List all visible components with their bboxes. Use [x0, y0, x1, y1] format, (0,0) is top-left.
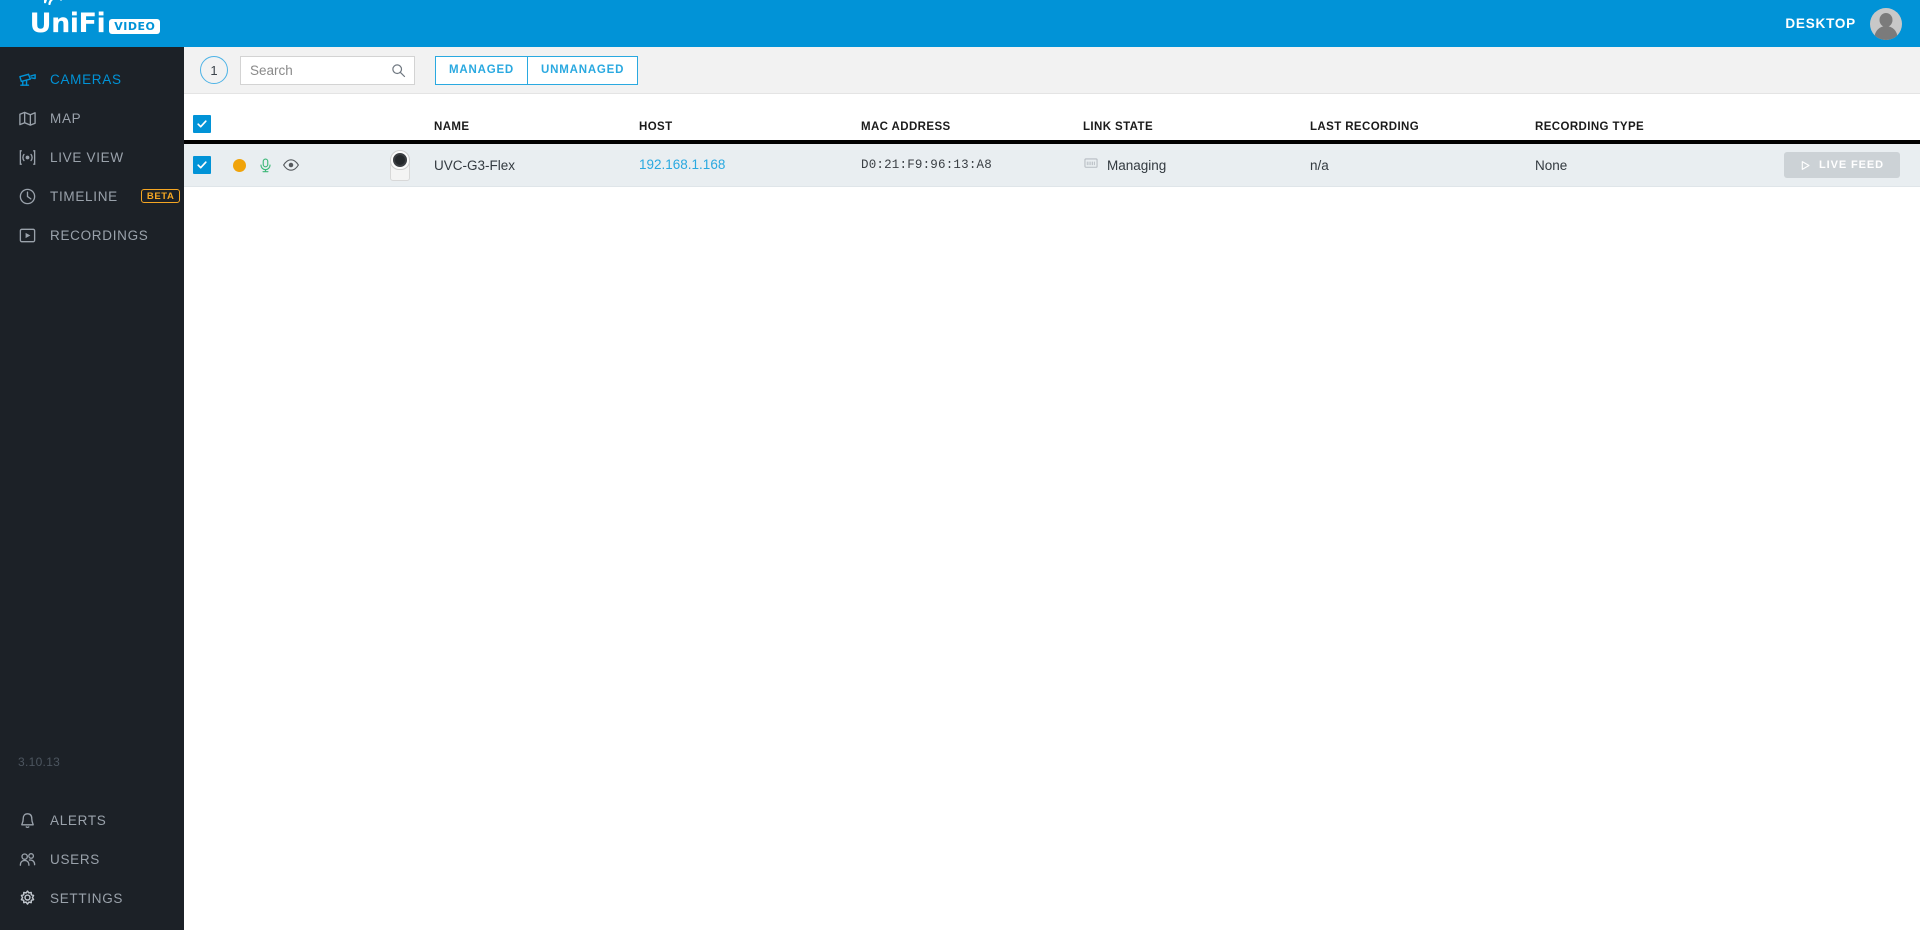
sidebar-item-label: LIVE VIEW: [50, 149, 124, 165]
sidebar-item-label: TIMELINE: [50, 188, 118, 204]
camera-thumbnail[interactable]: [376, 149, 424, 181]
sidebar-bottom-nav: ALERTS USERS SETTINGS: [0, 801, 184, 918]
sidebar-item-cameras[interactable]: CAMERAS: [0, 60, 184, 98]
main-content: 1 MANAGED UNMANAGED NAME: [184, 47, 1920, 930]
cell-camera-name[interactable]: UVC-G3-Flex: [424, 158, 639, 173]
toolbar: 1 MANAGED UNMANAGED: [184, 47, 1920, 94]
filter-managed-button[interactable]: MANAGED: [435, 55, 529, 85]
map-icon: [18, 109, 37, 128]
avatar-head: [1879, 12, 1893, 27]
search-input[interactable]: [241, 56, 386, 84]
cameras-table: NAME HOST MAC ADDRESS LINK STATE LAST RE…: [184, 94, 1920, 187]
cell-mac-address: D0:21:F9:96:13:A8: [861, 158, 992, 172]
table-header-row: NAME HOST MAC ADDRESS LINK STATE LAST RE…: [184, 94, 1920, 144]
camera-count-badge: 1: [200, 56, 228, 84]
sidebar-item-recordings[interactable]: RECORDINGS: [0, 216, 184, 254]
select-all-cell: [184, 115, 226, 133]
gear-icon: [18, 889, 37, 908]
sidebar-item-label: ALERTS: [50, 812, 107, 828]
sidebar-item-settings[interactable]: SETTINGS: [0, 879, 184, 917]
users-icon: [18, 850, 37, 869]
wifi-arc-icon: [44, 0, 62, 5]
sidebar-item-timeline[interactable]: TIMELINE BETA: [0, 177, 184, 215]
sidebar-item-users[interactable]: USERS: [0, 840, 184, 878]
filter-unmanaged-button[interactable]: UNMANAGED: [528, 55, 639, 85]
cell-recording-type: None: [1535, 157, 1568, 173]
link-state-label: Managing: [1107, 157, 1167, 173]
column-header-link-state[interactable]: LINK STATE: [1083, 121, 1310, 133]
row-checkbox[interactable]: [193, 156, 211, 174]
microphone-icon[interactable]: [252, 157, 278, 174]
column-header-recording-type[interactable]: RECORDING TYPE: [1535, 121, 1765, 133]
sidebar-item-label: CAMERAS: [50, 71, 122, 87]
live-feed-button[interactable]: LIVE FEED: [1784, 152, 1900, 178]
sidebar-item-live-view[interactable]: LIVE VIEW: [0, 138, 184, 176]
column-header-last-recording[interactable]: LAST RECORDING: [1310, 121, 1535, 133]
version-label: 3.10.13: [18, 755, 61, 769]
sidebar-item-map[interactable]: MAP: [0, 99, 184, 137]
sidebar-item-alerts[interactable]: ALERTS: [0, 801, 184, 839]
cell-host: 192.168.1.168: [639, 156, 861, 174]
clock-icon: [18, 187, 37, 206]
top-bar: UniFi VIDEO DESKTOP: [0, 0, 1920, 47]
sidebar-item-label: SETTINGS: [50, 890, 124, 906]
row-select-cell: [184, 156, 226, 174]
logo-text: UniFi: [29, 8, 106, 39]
filter-segment-group: MANAGED UNMANAGED: [435, 55, 639, 85]
play-icon: [1801, 160, 1810, 170]
host-link[interactable]: 192.168.1.168: [639, 157, 725, 172]
sidebar-item-label: RECORDINGS: [50, 227, 149, 243]
camera-icon: [18, 70, 37, 89]
column-header-name[interactable]: NAME: [424, 121, 639, 133]
search-box[interactable]: [240, 55, 415, 85]
row-status-icons: [226, 156, 376, 174]
search-icon[interactable]: [391, 63, 406, 78]
sidebar-top-nav: CAMERAS MAP LIVE VIEW TIMELINE BETA RECO…: [0, 47, 184, 254]
recording-status-dot[interactable]: [226, 158, 252, 172]
live-feed-label: LIVE FEED: [1819, 159, 1884, 171]
column-header-host[interactable]: HOST: [639, 121, 861, 133]
column-header-mac-address[interactable]: MAC ADDRESS: [861, 121, 1083, 133]
sidebar: CAMERAS MAP LIVE VIEW TIMELINE BETA RECO…: [0, 47, 184, 930]
beta-badge: BETA: [140, 188, 181, 204]
bell-icon: [18, 811, 37, 830]
select-all-checkbox[interactable]: [193, 115, 211, 133]
eye-icon[interactable]: [278, 156, 304, 174]
logo-badge: VIDEO: [109, 19, 161, 34]
avatar-body: [1874, 25, 1898, 40]
play-box-icon: [18, 226, 37, 245]
ethernet-port-icon: [1083, 155, 1099, 176]
cell-link-state: Managing: [1083, 155, 1310, 176]
sidebar-item-label: MAP: [50, 110, 82, 126]
live-view-icon: [18, 148, 37, 167]
cell-last-recording: n/a: [1310, 157, 1329, 173]
desktop-label[interactable]: DESKTOP: [1785, 16, 1856, 31]
avatar[interactable]: [1870, 7, 1902, 40]
sidebar-item-label: USERS: [50, 851, 101, 867]
app-logo[interactable]: UniFi VIDEO: [0, 0, 184, 47]
row-actions: LIVE FEED: [1765, 152, 1920, 178]
table-row[interactable]: UVC-G3-Flex 192.168.1.168 D0:21:F9:96:13…: [184, 144, 1920, 187]
